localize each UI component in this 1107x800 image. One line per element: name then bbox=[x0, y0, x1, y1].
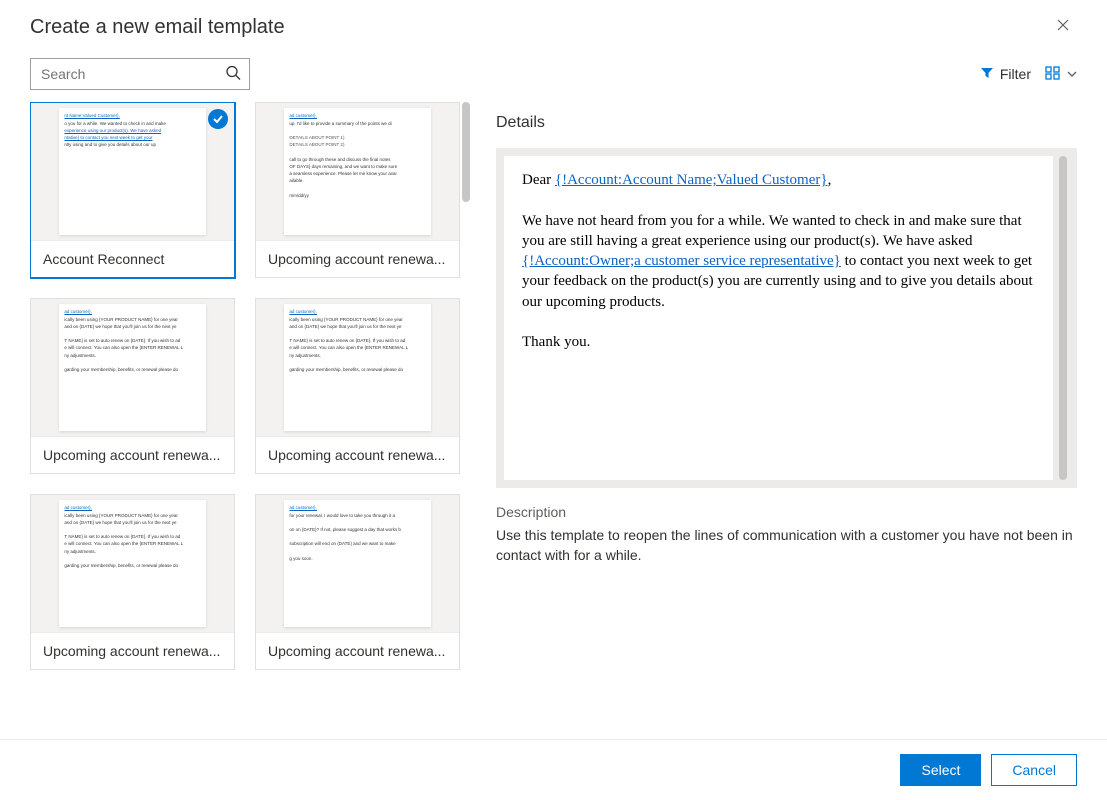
template-thumb: nt Name;Valued Customer}, o you for a wh… bbox=[31, 103, 234, 240]
filter-button[interactable]: Filter bbox=[980, 66, 1031, 83]
select-button[interactable]: Select bbox=[900, 754, 981, 786]
dialog-header: Create a new email template bbox=[0, 0, 1107, 50]
merge-token: {!Account:Account Name;Valued Customer} bbox=[555, 172, 828, 188]
preview-area: Dear {!Account:Account Name;Valued Custo… bbox=[496, 148, 1077, 488]
close-icon bbox=[1057, 19, 1069, 31]
template-card[interactable]: ad customer}, ically been using {YOUR PR… bbox=[30, 494, 235, 670]
preview-greeting: Dear {!Account:Account Name;Valued Custo… bbox=[522, 170, 1035, 190]
merge-token: {!Account:Owner;a customer service repre… bbox=[522, 253, 841, 269]
dialog-footer: Select Cancel bbox=[0, 739, 1107, 800]
template-list-pane[interactable]: nt Name;Valued Customer}, o you for a wh… bbox=[30, 102, 470, 732]
dialog-title: Create a new email template bbox=[30, 16, 285, 39]
template-name: Upcoming account renewa... bbox=[256, 240, 459, 277]
template-thumb: ad customer}, ically been using {YOUR PR… bbox=[31, 299, 234, 436]
description-text: Use this template to reopen the lines of… bbox=[496, 526, 1077, 565]
filter-label: Filter bbox=[1000, 66, 1031, 82]
search-input[interactable] bbox=[31, 59, 249, 89]
selected-badge bbox=[208, 109, 228, 129]
template-card[interactable]: ad customer}, up. I'd like to provide a … bbox=[255, 102, 460, 278]
template-thumb: ad customer}, ically been using {YOUR PR… bbox=[31, 495, 234, 632]
scrollbar[interactable] bbox=[1059, 156, 1067, 480]
preview-document[interactable]: Dear {!Account:Account Name;Valued Custo… bbox=[504, 156, 1053, 480]
view-grid-button[interactable] bbox=[1045, 66, 1077, 83]
template-card[interactable]: ad customer}, ically been using {YOUR PR… bbox=[255, 298, 460, 474]
description-label: Description bbox=[496, 504, 1077, 520]
chevron-down-icon bbox=[1067, 66, 1077, 82]
scrollbar[interactable] bbox=[462, 102, 470, 202]
template-name: Upcoming account renewa... bbox=[31, 436, 234, 473]
checkmark-icon bbox=[212, 113, 224, 125]
right-tools: Filter bbox=[980, 66, 1077, 83]
search-field-wrap bbox=[30, 58, 250, 90]
template-name: Account Reconnect bbox=[31, 240, 234, 277]
template-name: Upcoming account renewa... bbox=[256, 632, 459, 669]
template-name: Upcoming account renewa... bbox=[256, 436, 459, 473]
details-heading: Details bbox=[496, 114, 1077, 132]
preview-paragraph: We have not heard from you for a while. … bbox=[522, 211, 1035, 312]
cancel-button[interactable]: Cancel bbox=[991, 754, 1077, 786]
toolbar: Filter bbox=[0, 50, 1107, 102]
template-name: Upcoming account renewa... bbox=[31, 632, 234, 669]
template-grid: nt Name;Valued Customer}, o you for a wh… bbox=[30, 102, 460, 690]
body: nt Name;Valued Customer}, o you for a wh… bbox=[0, 102, 1107, 732]
grid-view-icon bbox=[1045, 66, 1061, 83]
template-thumb: ad customer}, up. I'd like to provide a … bbox=[256, 103, 459, 240]
filter-icon bbox=[980, 66, 994, 83]
template-thumb: ad customer}, for your renewal. I would … bbox=[256, 495, 459, 632]
close-button[interactable] bbox=[1049, 14, 1077, 40]
details-pane: Details Dear {!Account:Account Name;Valu… bbox=[496, 102, 1077, 732]
template-card[interactable]: ad customer}, for your renewal. I would … bbox=[255, 494, 460, 670]
preview-closing: Thank you. bbox=[522, 332, 1035, 352]
template-thumb: ad customer}, ically been using {YOUR PR… bbox=[256, 299, 459, 436]
template-card[interactable]: nt Name;Valued Customer}, o you for a wh… bbox=[30, 102, 235, 278]
template-card[interactable]: ad customer}, ically been using {YOUR PR… bbox=[30, 298, 235, 474]
